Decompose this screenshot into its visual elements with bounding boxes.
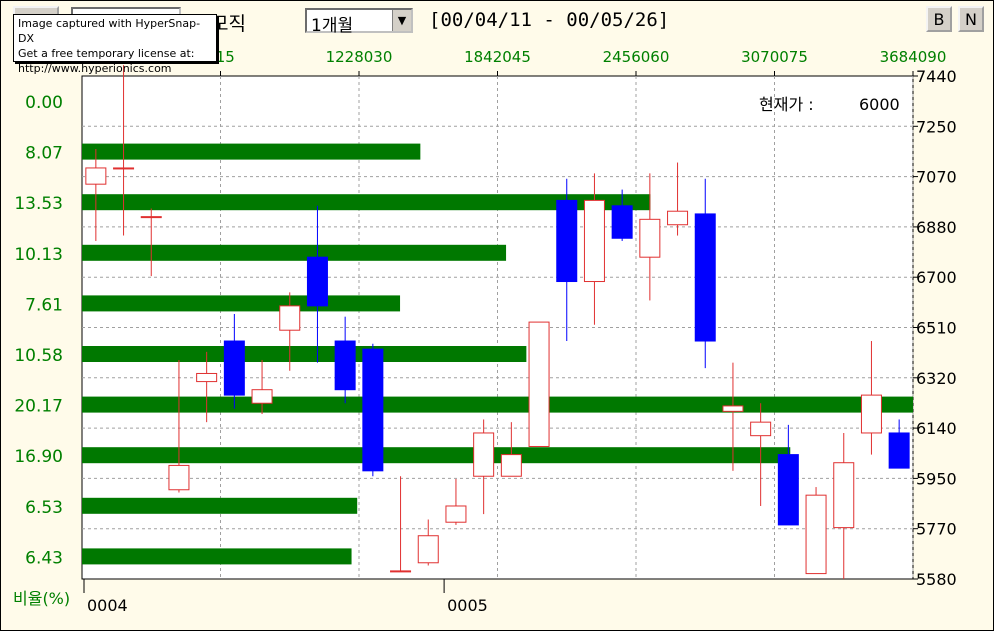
volume-tick-label: 1842045: [464, 48, 531, 66]
candle-body: [777, 454, 799, 526]
volume-bar: [82, 346, 527, 362]
candle-body: [445, 505, 467, 523]
candle-body: [334, 340, 356, 391]
ratio-label: 16.90: [14, 447, 63, 467]
current-price-label: 현재가 :: [759, 95, 814, 114]
candle-body: [223, 340, 245, 396]
volume-tick-label: 2456060: [603, 48, 670, 66]
candle-body: [279, 305, 301, 331]
candle-body: [639, 218, 661, 258]
volume-bar: [82, 548, 352, 565]
ratio-label: 13.53: [14, 194, 63, 214]
ratio-label: 10.13: [14, 245, 63, 265]
candle-body: [722, 405, 744, 412]
price-volume-chart: 7440 7250 7070 6880 6700 6510 6320 6140 5950 5770…: [13, 48, 957, 615]
candle-body: [805, 494, 827, 575]
price-tick-label: 5770: [916, 520, 957, 539]
ratio-label: 6.43: [25, 548, 63, 568]
candle-body: [196, 372, 218, 383]
candle-body: [667, 210, 689, 226]
ratio-label: 8.07: [25, 144, 63, 164]
candle-body: [417, 535, 439, 564]
ratio-label: 0.00: [25, 93, 63, 113]
candle-body: [528, 321, 550, 447]
candle-body: [113, 167, 135, 170]
ratio-label: 10.58: [14, 346, 63, 366]
price-tick-label: 6140: [916, 419, 957, 438]
candle-body: [833, 462, 855, 529]
date-tick-label: 0004: [87, 596, 128, 615]
volume-bar: [82, 143, 421, 160]
ratio-axis-label: 비율(%): [13, 589, 70, 608]
watermark-line: Image captured with HyperSnap-DX: [18, 17, 201, 45]
candle-body: [500, 454, 522, 477]
volume-tick-label: 3070075: [741, 48, 808, 66]
price-tick-label: 5950: [916, 469, 957, 488]
candle-body: [750, 421, 772, 437]
volume-bar: [82, 244, 507, 261]
candle-body: [140, 216, 162, 219]
candle-body: [390, 570, 412, 573]
volume-tick-label: 1228030: [326, 48, 393, 66]
price-tick-label: 7440: [916, 67, 957, 86]
candle-body: [362, 348, 384, 472]
candle-body: [694, 213, 716, 342]
price-tick-label: 5580: [916, 570, 957, 589]
volume-bar: [82, 447, 791, 464]
volume-tick-label: 3684090: [880, 48, 947, 66]
candle-body: [168, 464, 190, 491]
candle-body: [611, 205, 633, 239]
price-tick-label: 6700: [916, 268, 957, 287]
hypersnap-watermark: Image captured with HyperSnap-DX Get a f…: [13, 14, 217, 75]
candle-body: [860, 394, 882, 434]
price-tick-label: 7070: [916, 168, 957, 187]
candle-body: [85, 167, 107, 185]
watermark-line: Get a free temporary license at:: [18, 47, 195, 60]
volume-bar: [82, 295, 401, 312]
price-tick-label: 6320: [916, 369, 957, 388]
current-price-value: 6000: [859, 95, 900, 114]
candle-body: [888, 432, 910, 469]
price-tick-label: 6510: [916, 319, 957, 338]
ratio-label: 20.17: [14, 397, 63, 417]
price-tick-label: 6880: [916, 218, 957, 237]
ratio-label: 6.53: [25, 498, 63, 518]
date-tick-label: 0005: [447, 596, 488, 615]
price-tick-label: 7250: [916, 117, 957, 136]
chart-window: 모직 1개월 ▼ [00/04/11 - 00/05/26] B N 7440 7…: [0, 0, 994, 631]
candle-body: [583, 199, 605, 283]
candle-body: [473, 432, 495, 477]
ratio-label: 7.61: [25, 295, 63, 315]
candle-body: [251, 389, 273, 404]
volume-bar: [82, 497, 358, 514]
candle-body: [556, 199, 578, 283]
candle-body: [306, 256, 328, 307]
watermark-line: http://www.hyperionics.com: [18, 62, 172, 75]
